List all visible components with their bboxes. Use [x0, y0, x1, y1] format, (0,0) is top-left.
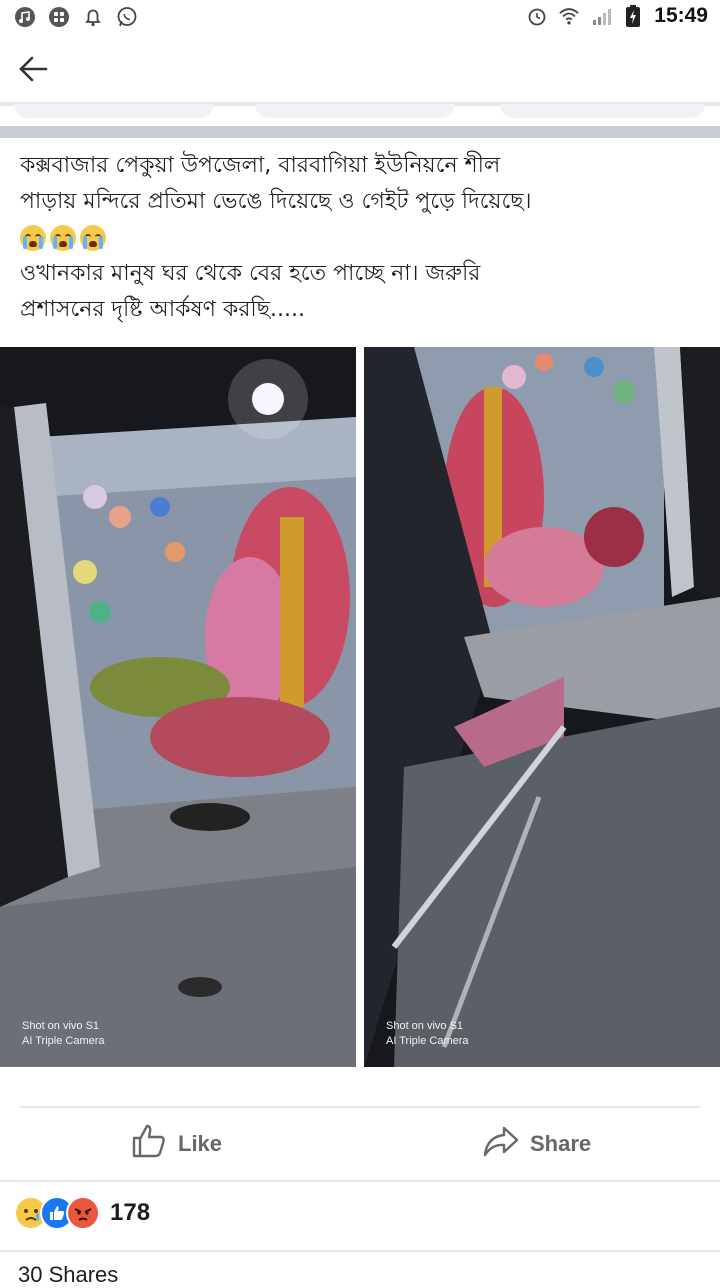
status-left-icons [14, 6, 138, 28]
tab-shadow [255, 104, 455, 118]
arrow-left-icon[interactable] [16, 54, 50, 84]
footer-divider [0, 1250, 720, 1252]
temple-damage-photo [364, 347, 720, 1067]
post-text-line: পাড়ায় মন্দিরে প্রতিমা ভেঙে দিয়েছে ও গ… [20, 189, 532, 214]
tab-shadow [500, 104, 705, 118]
reaction-count: 178 [110, 1199, 151, 1226]
alarm-icon [526, 5, 548, 27]
wifi-icon [558, 5, 580, 27]
temple-interior-photo [0, 347, 356, 1067]
battery-icon [622, 5, 644, 27]
share-label: Share [530, 1131, 592, 1156]
post-text-line: ওখানকার মানুষ ঘর থেকে বের হতে পাচ্ছে না।… [20, 261, 481, 286]
whatsapp-icon [116, 6, 138, 28]
post-text-line: কক্সবাজার পেকুয়া উপজেলা, বারবাগিয়া ইউন… [20, 153, 501, 178]
status-bar: 15:49 [0, 0, 720, 38]
top-bar [0, 38, 720, 100]
like-label: Like [178, 1131, 223, 1156]
music-notification-icon [14, 6, 36, 28]
camera-watermark: Shot on vivo S1 AI Triple Camera [22, 1020, 105, 1047]
like-button[interactable]: Like [130, 1122, 222, 1166]
crying-face-icon [20, 225, 46, 251]
share-button[interactable]: Share [482, 1122, 591, 1166]
post-text: কক্সবাজার পেকুয়া উপজেলা, বারবাগিয়া ইউন… [20, 148, 710, 328]
post-photo[interactable]: Shot on vivo S1 AI Triple Camera [364, 347, 720, 1067]
crying-face-icon [50, 225, 76, 251]
post-photo[interactable]: Shot on vivo S1 AI Triple Camera [0, 347, 356, 1067]
status-time: 15:49 [654, 4, 708, 27]
reactions-divider [0, 1180, 720, 1182]
shares-count[interactable]: 30 Shares [18, 1262, 118, 1288]
app-grid-icon [48, 6, 70, 28]
bell-icon [82, 6, 104, 28]
share-arrow-icon [482, 1122, 520, 1166]
crying-face-icon [80, 225, 106, 251]
thumbs-up-icon [130, 1122, 168, 1166]
tab-shadow [14, 104, 214, 118]
status-right-icons: 15:49 [526, 4, 708, 28]
camera-watermark: Shot on vivo S1 AI Triple Camera [386, 1020, 469, 1047]
section-separator [0, 126, 720, 138]
signal-icon [590, 5, 612, 27]
reaction-summary[interactable]: 178 [14, 1196, 150, 1230]
actions-divider [20, 1106, 700, 1108]
post-text-line: প্রশাসনের দৃষ্টি আর্কষণ করছি..... [20, 297, 306, 322]
angry-reaction-icon [66, 1196, 100, 1230]
emoji-row [20, 220, 710, 256]
